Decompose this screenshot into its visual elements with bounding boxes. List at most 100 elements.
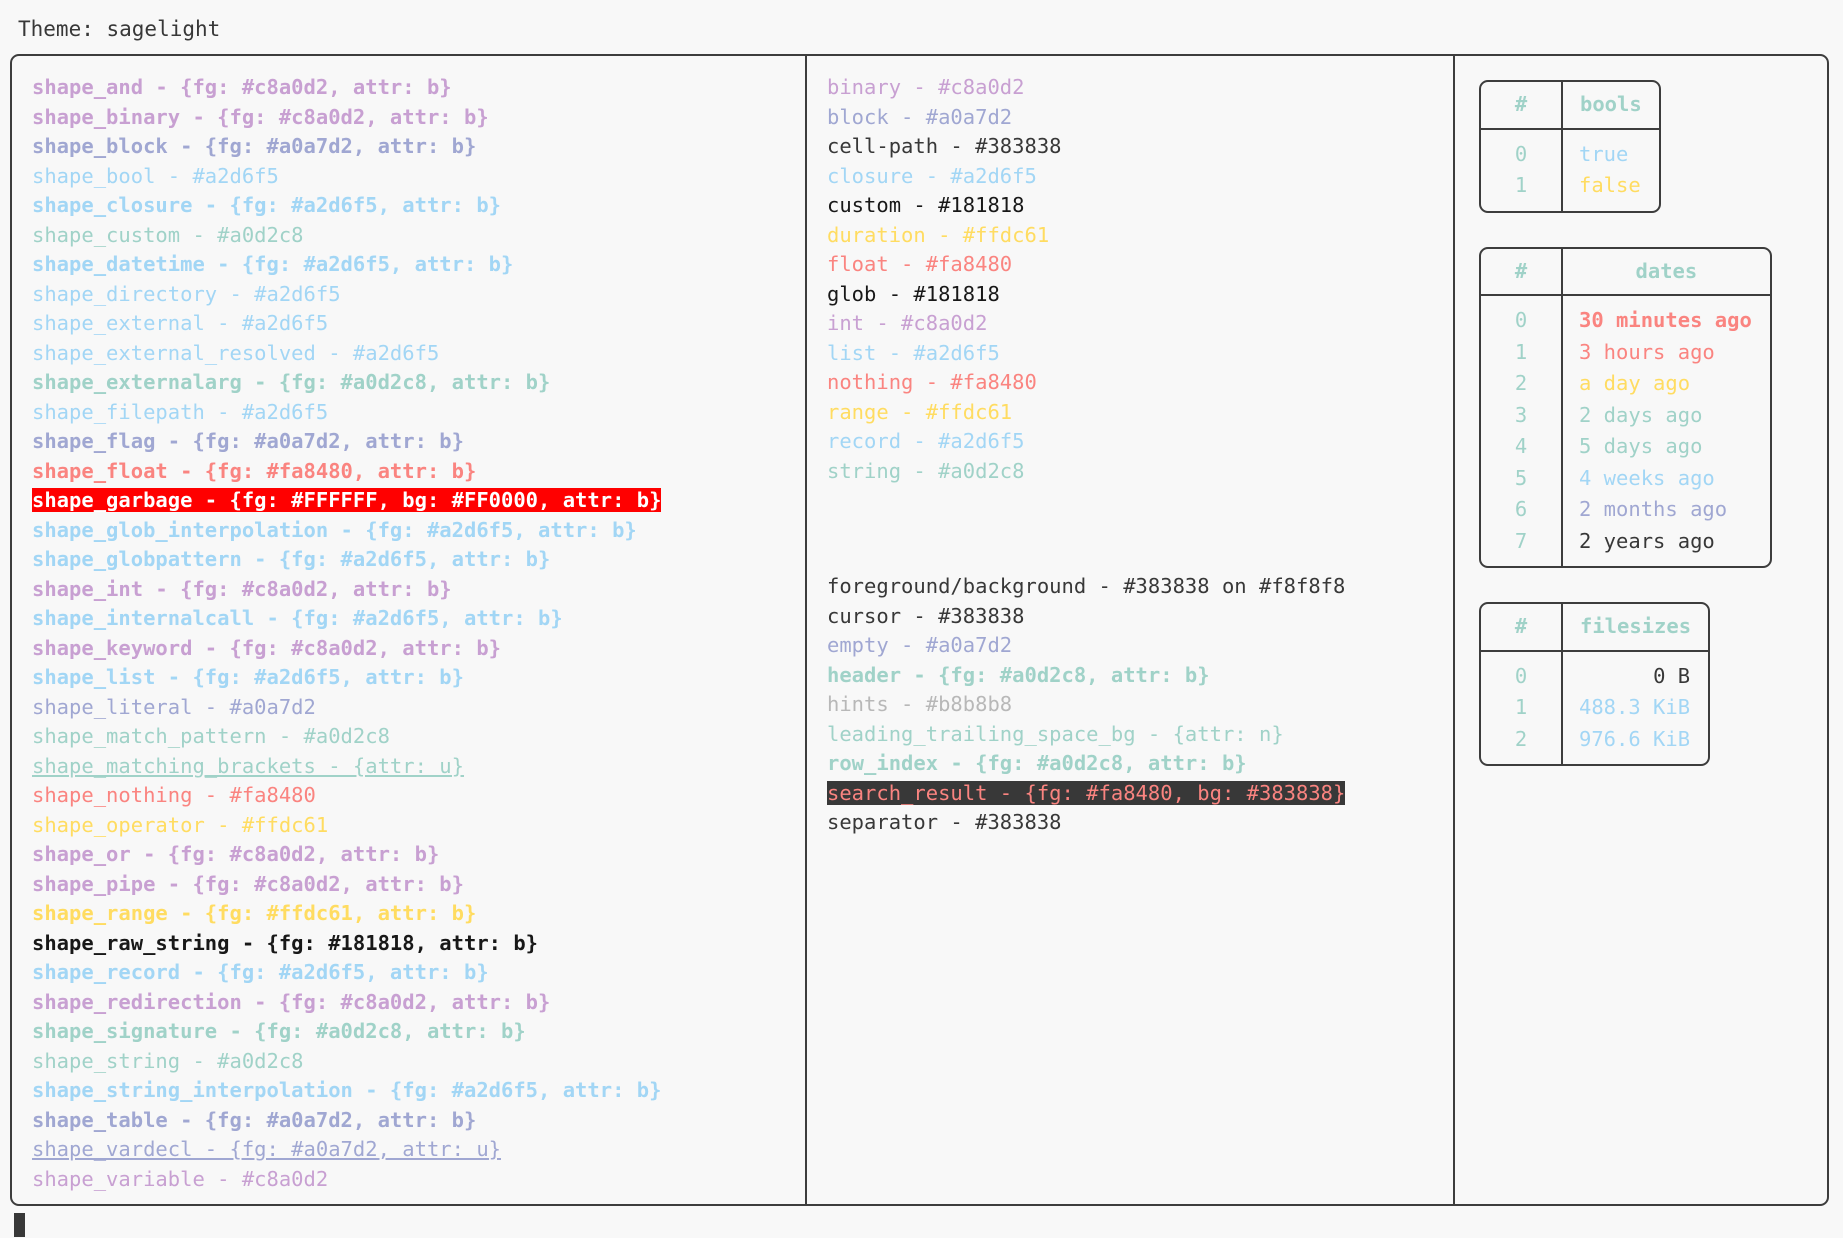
shape-entry-label: shape_internalcall - {fg: #a2d6f5, attr:… — [32, 606, 563, 630]
table-row: 3 2 days ago — [1481, 399, 1770, 431]
cell-value: 5 days ago — [1579, 434, 1703, 458]
table-row: 5 4 weeks ago — [1481, 462, 1770, 494]
tables-column: # bools 0 true 1 false # dates 0 30 minutes ago 1 3… — [1455, 56, 1827, 1204]
type-entry: duration - #ffdc61 — [827, 221, 1453, 251]
table-row: 4 5 days ago — [1481, 431, 1770, 463]
table-filesizes: # filesizes 0 0 B 1 488.3 KiB 2 976.6 KiB — [1479, 602, 1711, 766]
cell-index: 4 — [1481, 431, 1563, 463]
column-header-value: dates — [1563, 249, 1770, 296]
shape-entry: shape_range - {fg: #ffdc61, attr: b} — [32, 899, 805, 929]
shape-entry-label: shape_keyword - {fg: #c8a0d2, attr: b} — [32, 635, 501, 660]
shape-entry: shape_record - {fg: #a2d6f5, attr: b} — [32, 958, 805, 988]
shape-entry-label: shape_list - {fg: #a2d6f5, attr: b} — [32, 665, 464, 689]
shape-entry: shape_and - {fg: #c8a0d2, attr: b} — [32, 73, 805, 103]
cell-value: false — [1579, 173, 1641, 197]
table-row: 2 976.6 KiB — [1481, 723, 1708, 764]
shape-entry-label: shape_variable - #c8a0d2 — [32, 1166, 329, 1191]
table-dates: # dates 0 30 minutes ago 1 3 hours ago 2 a day … — [1479, 246, 1772, 568]
type-entry: nothing - #fa8480 — [827, 368, 1453, 398]
shape-entry: shape_variable - #c8a0d2 — [32, 1165, 805, 1195]
shape-entry-label: shape_float - {fg: #fa8480, attr: b} — [32, 458, 477, 483]
table-row: 1 488.3 KiB — [1481, 692, 1708, 724]
column-header-value: filesizes — [1563, 604, 1709, 652]
shape-entry-label: shape_bool - #a2d6f5 — [32, 163, 279, 188]
shape-entry: shape_operator - #ffdc61 — [32, 811, 805, 841]
shape-entry: shape_or - {fg: #c8a0d2, attr: b} — [32, 840, 805, 870]
shape-entry: shape_filepath - #a2d6f5 — [32, 398, 805, 428]
ui-entry: header - {fg: #a0d2c8, attr: b} — [827, 661, 1453, 691]
ui-entry: row_index - {fg: #a0d2c8, attr: b} — [827, 749, 1453, 779]
shape-entry: shape_globpattern - {fg: #a2d6f5, attr: … — [32, 545, 805, 575]
type-entry-label: list - #a2d6f5 — [827, 340, 1000, 365]
shape-entry-label: shape_pipe - {fg: #c8a0d2, attr: b} — [32, 871, 464, 896]
shape-entry-label: shape_match_pattern - #a0d2c8 — [32, 724, 390, 748]
table-row: 2 a day ago — [1481, 368, 1770, 400]
shape-entry: shape_block - {fg: #a0a7d2, attr: b} — [32, 132, 805, 162]
shapes-column: shape_and - {fg: #c8a0d2, attr: b} shape_… — [12, 56, 807, 1204]
type-entry-label: glob - #181818 — [827, 281, 1000, 306]
ui-entry-label: header - {fg: #a0d2c8, attr: b} — [827, 662, 1210, 687]
table-row: 0 true — [1481, 129, 1659, 170]
shape-entry-label: shape_glob_interpolation - {fg: #a2d6f5,… — [32, 517, 637, 542]
column-header-value: bools — [1563, 82, 1659, 130]
ui-entry-label: search_result - {fg: #fa8480, bg: #38383… — [827, 780, 1346, 805]
cell-value: a day ago — [1579, 371, 1691, 395]
type-entry-label: record - #a2d6f5 — [827, 429, 1025, 453]
type-entry-label: duration - #ffdc61 — [827, 222, 1050, 247]
shape-entry: shape_string - #a0d2c8 — [32, 1047, 805, 1077]
cell-value: 2 years ago — [1579, 528, 1715, 553]
type-entry-label: nothing - #fa8480 — [827, 370, 1037, 394]
ui-elements-list: foreground/background - #383838 on #f8f8… — [807, 486, 1453, 838]
shape-entry: shape_matching_brackets - {attr: u} — [32, 752, 805, 782]
shape-entry-label: shape_directory - #a2d6f5 — [32, 281, 341, 306]
ui-entry-label: cursor - #383838 — [827, 603, 1025, 628]
table-row: 6 2 months ago — [1481, 494, 1770, 526]
ui-entry-label: foreground/background - #383838 on #f8f8… — [827, 574, 1346, 598]
type-entry-label: block - #a0a7d2 — [827, 104, 1013, 129]
type-entry: float - #fa8480 — [827, 250, 1453, 280]
cell-value: 3 hours ago — [1579, 339, 1715, 364]
types-and-ui-column: binary - #c8a0d2 block - #a0a7d2 cell-path… — [807, 56, 1455, 1204]
cell-index: 1 — [1481, 692, 1563, 724]
table-header-row: # bools — [1481, 82, 1659, 130]
type-entry: cell-path - #383838 — [827, 132, 1453, 162]
shapes-list: shape_and - {fg: #c8a0d2, attr: b} shape_… — [12, 56, 805, 1194]
shape-entry: shape_keyword - {fg: #c8a0d2, attr: b} — [32, 634, 805, 664]
shape-entry-label: shape_raw_string - {fg: #181818, attr: b… — [32, 930, 539, 955]
shape-entry-label: shape_operator - #ffdc61 — [32, 812, 329, 837]
type-entry-label: range - #ffdc61 — [827, 399, 1013, 424]
ui-entry-label: empty - #a0a7d2 — [827, 633, 1013, 657]
cell-index: 1 — [1481, 170, 1563, 211]
type-entry: block - #a0a7d2 — [827, 103, 1453, 133]
shape-entry: shape_list - {fg: #a2d6f5, attr: b} — [32, 663, 805, 693]
ui-entry-label: leading_trailing_space_bg - {attr: n} — [827, 721, 1284, 746]
shape-entry: shape_table - {fg: #a0a7d2, attr: b} — [32, 1106, 805, 1136]
cell-value: true — [1579, 141, 1629, 166]
shape-entry-label: shape_signature - {fg: #a0d2c8, attr: b} — [32, 1019, 526, 1043]
shape-entry-label: shape_table - {fg: #a0a7d2, attr: b} — [32, 1107, 477, 1132]
type-entry-label: closure - #a2d6f5 — [827, 163, 1037, 188]
type-entry-label: string - #a0d2c8 — [827, 458, 1025, 483]
column-header-index: # — [1481, 82, 1563, 130]
theme-preview-panel: shape_and - {fg: #c8a0d2, attr: b} shape_… — [10, 54, 1829, 1206]
shape-entry-label: shape_and - {fg: #c8a0d2, attr: b} — [32, 75, 452, 99]
shape-entry-label: shape_string - #a0d2c8 — [32, 1048, 304, 1073]
shape-entry-label: shape_literal - #a0a7d2 — [32, 694, 316, 719]
shape-entry: shape_internalcall - {fg: #a2d6f5, attr:… — [32, 604, 805, 634]
type-entry: list - #a2d6f5 — [827, 339, 1453, 369]
shape-entry-label: shape_custom - #a0d2c8 — [32, 222, 304, 247]
cell-value: 4 weeks ago — [1579, 465, 1715, 490]
shape-entry: shape_binary - {fg: #c8a0d2, attr: b} — [32, 103, 805, 133]
shape-entry-label: shape_filepath - #a2d6f5 — [32, 399, 329, 424]
theme-title: Theme: sagelight — [18, 17, 221, 41]
shape-entry: shape_flag - {fg: #a0a7d2, attr: b} — [32, 427, 805, 457]
shape-entry: shape_nothing - #fa8480 — [32, 781, 805, 811]
column-header-index: # — [1481, 248, 1563, 296]
shape-entry: shape_datetime - {fg: #a2d6f5, attr: b} — [32, 250, 805, 280]
shape-entry-label: shape_garbage - {fg: #FFFFFF, bg: #FF000… — [32, 488, 662, 512]
shape-entry-label: shape_external_resolved - #a2d6f5 — [32, 340, 440, 365]
shape-entry: shape_int - {fg: #c8a0d2, attr: b} — [32, 575, 805, 605]
shape-entry: shape_redirection - {fg: #c8a0d2, attr: … — [32, 988, 805, 1018]
cell-value: 976.6 KiB — [1579, 726, 1691, 751]
shape-entry-label: shape_string_interpolation - {fg: #a2d6f… — [32, 1078, 662, 1102]
